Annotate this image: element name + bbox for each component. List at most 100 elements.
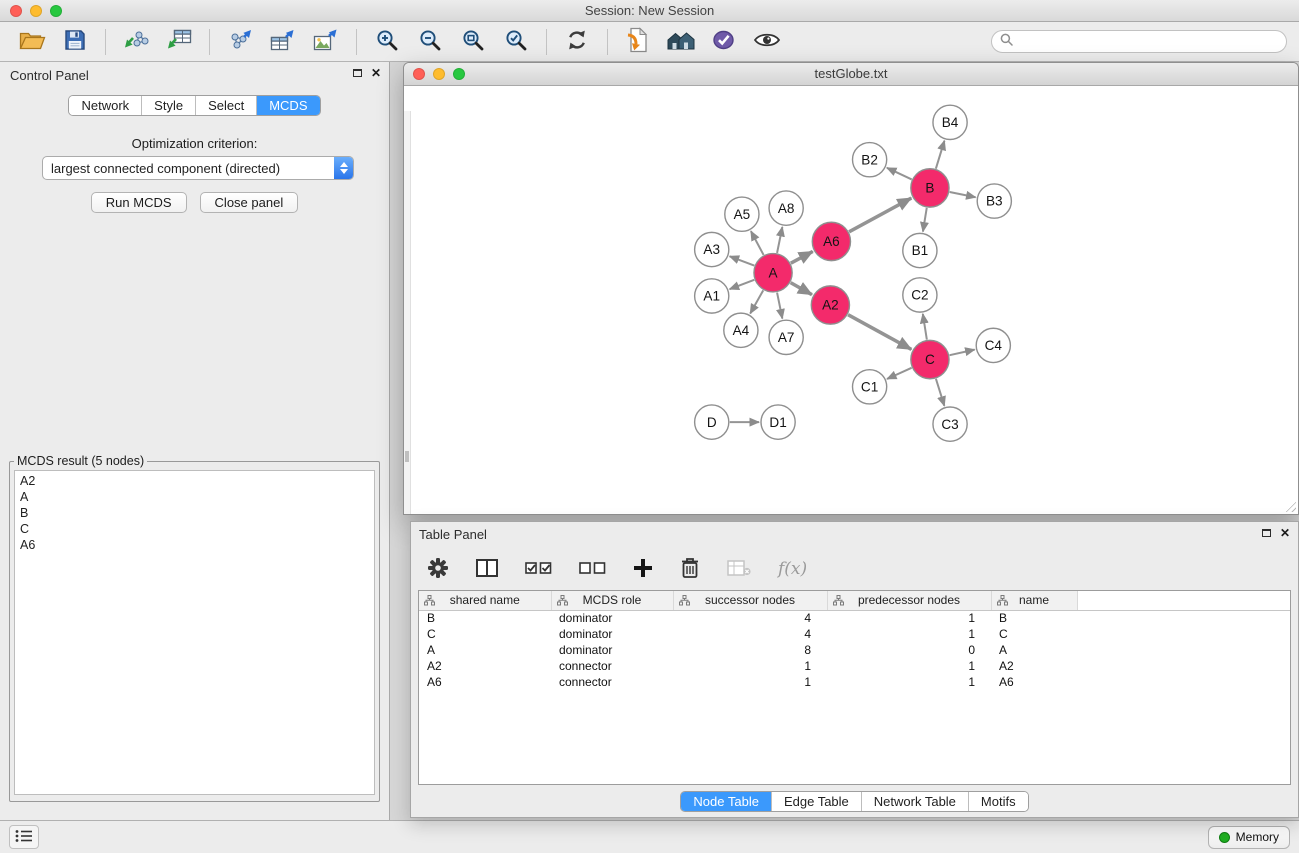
table-cell[interactable]: A2 [419, 658, 551, 674]
edge-A-A6[interactable] [791, 251, 813, 263]
table-cell[interactable]: 4 [673, 626, 827, 642]
edge-B-B3[interactable] [950, 192, 976, 197]
search-input[interactable] [1018, 35, 1278, 49]
close-view-button[interactable] [413, 68, 425, 80]
table-cell[interactable]: 1 [673, 658, 827, 674]
edge-A-A4[interactable] [750, 290, 763, 313]
table-cell[interactable]: 1 [827, 674, 991, 690]
table-cell[interactable]: 0 [827, 642, 991, 658]
node-A8[interactable]: A8 [769, 191, 803, 225]
edge-C-C4[interactable] [950, 350, 975, 356]
result-item[interactable]: B [20, 505, 369, 521]
tab-network-table[interactable]: Network Table [861, 792, 968, 811]
node-A[interactable]: A [754, 254, 792, 292]
edge-A2-C[interactable] [848, 315, 911, 350]
node-A7[interactable]: A7 [769, 320, 803, 354]
open-session-button[interactable] [12, 26, 52, 58]
table-cell[interactable]: dominator [551, 610, 673, 626]
purple-check-button[interactable] [704, 26, 744, 58]
network-canvas[interactable]: B4B2BB3A5A8A6A3B1AA1C2A2A4A7C4CC1DD1C3 [404, 87, 1298, 514]
node-A3[interactable]: A3 [695, 232, 729, 266]
zoom-in-button[interactable] [367, 26, 407, 58]
tab-select[interactable]: Select [195, 96, 256, 115]
eye-button[interactable] [747, 26, 787, 58]
table-cell[interactable]: A6 [991, 674, 1077, 690]
table-cell[interactable]: A [419, 642, 551, 658]
table-cell[interactable]: A2 [991, 658, 1077, 674]
edge-A-A3[interactable] [730, 256, 755, 265]
zoom-fit-button[interactable] [453, 26, 493, 58]
node-C[interactable]: C [911, 340, 949, 378]
edge-A-A8[interactable] [777, 227, 782, 253]
node-D[interactable]: D [695, 405, 729, 439]
column-header-name[interactable]: name [991, 591, 1077, 610]
column-header-successor-nodes[interactable]: successor nodes [673, 591, 827, 610]
table-cell[interactable]: dominator [551, 642, 673, 658]
table-cell[interactable]: C [991, 626, 1077, 642]
table-cell[interactable]: B [419, 610, 551, 626]
optimization-criterion-select[interactable]: largest connected component (directed) [42, 156, 354, 180]
table-row[interactable]: Bdominator41B [419, 610, 1290, 626]
tab-motifs[interactable]: Motifs [968, 792, 1028, 811]
tab-style[interactable]: Style [141, 96, 195, 115]
unselect-all-button[interactable] [579, 554, 606, 584]
node-D1[interactable]: D1 [761, 405, 795, 439]
node-B4[interactable]: B4 [933, 105, 967, 139]
zoom-out-button[interactable] [410, 26, 450, 58]
result-item[interactable]: A [20, 489, 369, 505]
table-cell[interactable]: B [991, 610, 1077, 626]
minimize-view-button[interactable] [433, 68, 445, 80]
table-cell[interactable]: 1 [673, 674, 827, 690]
node-B1[interactable]: B1 [903, 233, 937, 267]
table-cell[interactable]: A6 [419, 674, 551, 690]
tab-node-table[interactable]: Node Table [681, 792, 771, 811]
close-table-panel-icon[interactable]: ✕ [1280, 528, 1290, 538]
table-row[interactable]: A2connector11A2 [419, 658, 1290, 674]
edge-C-C1[interactable] [887, 368, 912, 379]
memory-button[interactable]: Memory [1208, 826, 1290, 849]
node-B2[interactable]: B2 [853, 143, 887, 177]
node-A6[interactable]: A6 [812, 222, 850, 260]
node-C2[interactable]: C2 [903, 278, 937, 312]
column-header-predecessor-nodes[interactable]: predecessor nodes [827, 591, 991, 610]
import-network-button[interactable] [116, 26, 156, 58]
task-history-button[interactable] [9, 825, 39, 849]
node-C4[interactable]: C4 [976, 328, 1010, 362]
tab-network[interactable]: Network [69, 96, 141, 115]
table-row[interactable]: Adominator80A [419, 642, 1290, 658]
export-table-button[interactable] [263, 26, 303, 58]
result-item[interactable]: A2 [20, 473, 369, 489]
table-cell[interactable]: C [419, 626, 551, 642]
node-B[interactable]: B [911, 169, 949, 207]
edge-A-A7[interactable] [777, 293, 782, 319]
node-C3[interactable]: C3 [933, 407, 967, 441]
minimize-window-button[interactable] [30, 5, 42, 17]
close-panel-button[interactable]: Close panel [200, 192, 299, 213]
column-header-shared-name[interactable]: shared name [419, 591, 551, 610]
node-A1[interactable]: A1 [695, 279, 729, 313]
maximize-view-button[interactable] [453, 68, 465, 80]
table-cell[interactable]: connector [551, 674, 673, 690]
maximize-window-button[interactable] [50, 5, 62, 17]
table-cell[interactable]: connector [551, 658, 673, 674]
node-A5[interactable]: A5 [725, 197, 759, 231]
node-A2[interactable]: A2 [811, 286, 849, 324]
function-builder-button[interactable]: f(x) [778, 559, 807, 579]
edge-A-A5[interactable] [751, 231, 764, 255]
table-cell[interactable]: dominator [551, 626, 673, 642]
float-panel-icon[interactable] [353, 69, 362, 77]
homes-button[interactable] [661, 26, 701, 58]
node-B3[interactable]: B3 [977, 184, 1011, 218]
table-cell[interactable]: 1 [827, 626, 991, 642]
edge-B-B4[interactable] [936, 141, 945, 169]
network-window-titlebar[interactable]: testGlobe.txt [404, 63, 1298, 86]
table-cell[interactable]: 1 [827, 658, 991, 674]
edge-B-B1[interactable] [923, 208, 927, 232]
tab-mcds[interactable]: MCDS [256, 96, 319, 115]
add-row-button[interactable] [633, 554, 653, 584]
document-arrow-button[interactable] [618, 26, 658, 58]
result-item[interactable]: A6 [20, 537, 369, 553]
run-mcds-button[interactable]: Run MCDS [91, 192, 187, 213]
edge-C-C2[interactable] [923, 314, 927, 340]
view-splitter[interactable] [404, 111, 411, 514]
